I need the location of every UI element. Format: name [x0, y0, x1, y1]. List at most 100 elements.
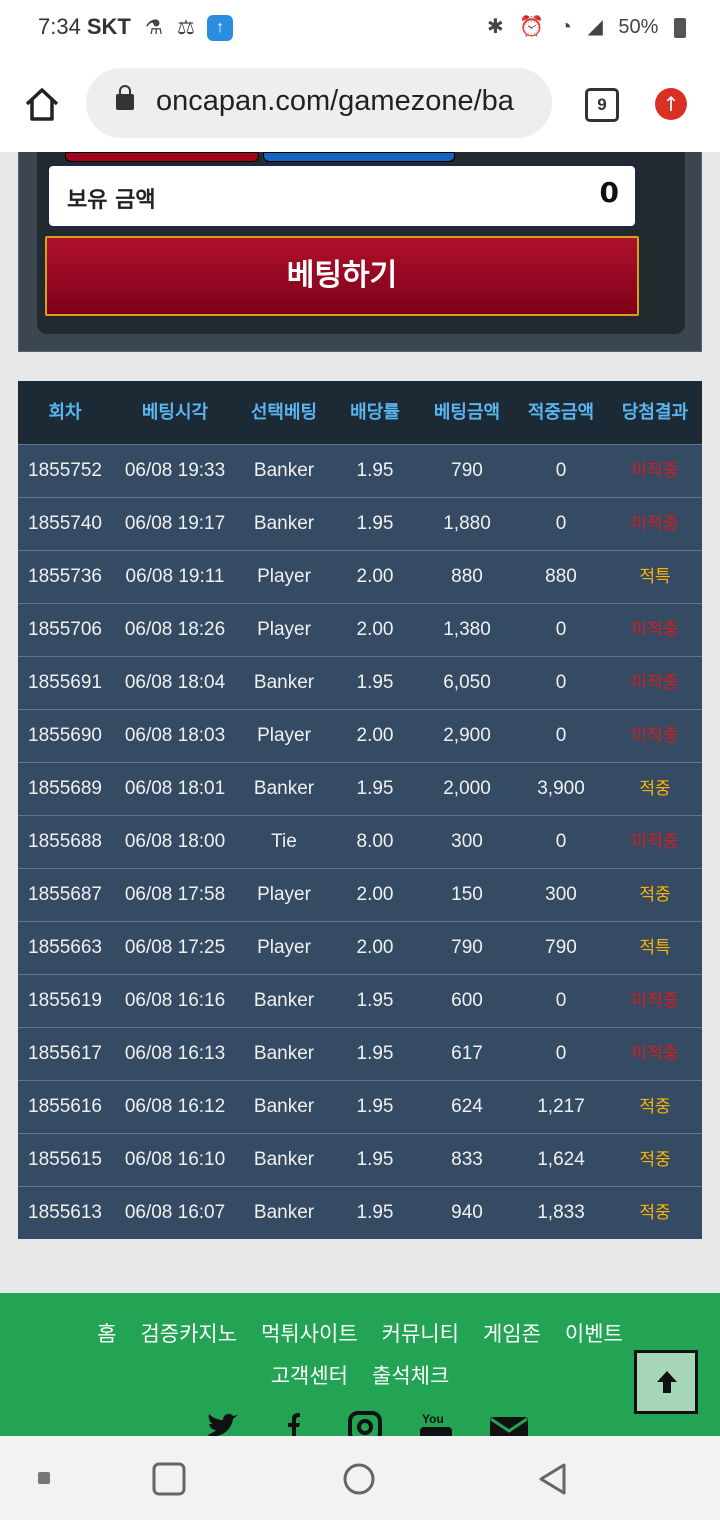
site-footer: 홈 검증카지노 먹튀사이트 커뮤니티 게임존 이벤트 고객센터 출석체크 You	[0, 1293, 720, 1443]
table-row: 1855736 06/08 19:11 Player 2.00 880 880 적특	[18, 550, 702, 603]
back-icon[interactable]	[536, 1462, 570, 1496]
cell-round: 1855619	[28, 990, 102, 1011]
cell-round: 1855688	[28, 831, 102, 852]
cell-result: 미적중	[631, 991, 679, 1011]
alarm-icon: ⏰	[519, 16, 545, 38]
cell-odds: 2.00	[356, 725, 394, 746]
cell-result: 미적중	[631, 461, 679, 481]
cell-time: 06/08 19:17	[124, 513, 226, 534]
banker-select-button[interactable]	[65, 152, 259, 162]
cell-round: 1855740	[28, 513, 102, 534]
header-payout: 적중금액	[527, 402, 595, 423]
table-row: 1855690 06/08 18:03 Player 2.00 2,900 0 미적중	[18, 709, 702, 762]
cell-payout: 3,900	[537, 778, 585, 799]
cell-time: 06/08 18:01	[124, 778, 226, 799]
cell-amount: 600	[451, 990, 483, 1011]
cell-time: 06/08 16:12	[124, 1096, 226, 1117]
cell-pick: Banker	[253, 990, 315, 1011]
cell-pick: Player	[257, 884, 311, 905]
status-bar: 7:34 SKT ⚗ ⚖ ↑ ✱ ⏰ ◔ ◢ 50%	[0, 0, 720, 56]
cell-odds: 1.95	[356, 1202, 394, 1223]
header-result: 당첨결과	[621, 402, 689, 423]
place-bet-button[interactable]: 베팅하기	[45, 236, 639, 316]
cell-time: 06/08 16:16	[124, 990, 226, 1011]
tab-switcher-button[interactable]: 9	[585, 88, 619, 122]
cell-round: 1855663	[28, 937, 102, 958]
footer-nav-link[interactable]: 커뮤니티	[382, 1322, 459, 1346]
cell-pick: Tie	[271, 831, 297, 852]
cell-pick: Banker	[253, 513, 315, 534]
cell-result: 미적중	[631, 726, 679, 746]
cell-pick: Banker	[253, 1043, 315, 1064]
cell-round: 1855617	[28, 1043, 102, 1064]
cell-pick: Banker	[253, 778, 315, 799]
cell-odds: 2.00	[356, 884, 394, 905]
status-left: 7:34 SKT ⚗ ⚖ ↑	[38, 14, 234, 42]
cell-result: 적중	[639, 779, 671, 799]
cell-round: 1855706	[28, 619, 102, 640]
vpn-icon: ⚖	[177, 17, 195, 39]
cell-time: 06/08 16:13	[124, 1043, 226, 1064]
cell-result: 미적중	[631, 620, 679, 640]
footer-nav: 홈 검증카지노 먹튀사이트 커뮤니티 게임존 이벤트고객센터 출석체크	[40, 1313, 680, 1397]
balance-field: 보유 금액 0	[47, 164, 637, 228]
home-button[interactable]	[22, 84, 62, 124]
scroll-to-top-button[interactable]	[634, 1350, 698, 1414]
cell-time: 06/08 18:03	[124, 725, 226, 746]
cell-result: 적중	[639, 1203, 671, 1223]
cell-amount: 150	[451, 884, 483, 905]
cell-amount: 2,900	[443, 725, 491, 746]
footer-nav-link[interactable]: 검증카지노	[140, 1322, 237, 1346]
cell-odds: 1.95	[356, 1096, 394, 1117]
cell-payout: 880	[545, 566, 577, 587]
cell-result: 적중	[639, 885, 671, 905]
cell-time: 06/08 19:11	[125, 566, 225, 587]
cell-pick: Banker	[253, 1202, 315, 1223]
cell-pick: Banker	[253, 1149, 315, 1170]
cell-odds: 2.00	[356, 937, 394, 958]
footer-nav-link[interactable]: 고객센터	[271, 1364, 348, 1388]
cell-amount: 6,050	[443, 672, 491, 693]
table-row: 1855687 06/08 17:58 Player 2.00 150 300 적중	[18, 868, 702, 921]
table-row: 1855619 06/08 16:16 Banker 1.95 600 0 미적중	[18, 974, 702, 1027]
footer-nav-link[interactable]: 이벤트	[565, 1322, 623, 1346]
cell-payout: 790	[545, 937, 577, 958]
player-select-button[interactable]	[263, 152, 455, 162]
cell-round: 1855690	[28, 725, 102, 746]
footer-nav-link[interactable]: 홈	[97, 1322, 116, 1346]
wifi-icon: ◔	[559, 16, 572, 38]
menu-dot-icon[interactable]	[38, 1472, 50, 1484]
signal-icon: ◢	[587, 16, 603, 38]
url-field[interactable]: oncapan.com/gamezone/ba	[86, 68, 552, 138]
home-icon	[25, 88, 59, 121]
table-header: 회차 베팅시각 선택베팅 배당률 베팅금액 적중금액 당첨결과	[18, 381, 702, 444]
cell-amount: 940	[451, 1202, 483, 1223]
footer-nav-link[interactable]: 출석체크	[372, 1364, 449, 1388]
header-pick: 선택베팅	[250, 402, 318, 423]
cell-odds: 1.95	[356, 672, 394, 693]
cell-time: 06/08 18:26	[124, 619, 226, 640]
home-nav-icon[interactable]	[342, 1462, 376, 1496]
cell-time: 06/08 16:10	[124, 1149, 226, 1170]
cell-round: 1855615	[28, 1149, 102, 1170]
header-odds: 배당률	[350, 402, 400, 423]
cell-round: 1855691	[28, 672, 102, 693]
balance-value: 0	[599, 176, 619, 209]
cell-pick: Banker	[253, 1096, 315, 1117]
recents-icon[interactable]	[152, 1462, 186, 1496]
footer-nav-link[interactable]: 먹튀사이트	[261, 1322, 358, 1346]
cell-payout: 0	[555, 460, 567, 481]
table-row: 1855663 06/08 17:25 Player 2.00 790 790 적특	[18, 921, 702, 974]
footer-nav-link[interactable]: 게임존	[483, 1322, 541, 1346]
cell-pick: Player	[257, 566, 311, 587]
cell-amount: 617	[451, 1043, 483, 1064]
update-icon[interactable]: ↑	[655, 88, 687, 120]
cell-result: 미적중	[631, 514, 679, 534]
header-time: 베팅시각	[141, 402, 209, 423]
cell-time: 06/08 17:25	[124, 937, 226, 958]
cell-pick: Player	[257, 937, 311, 958]
cell-payout: 1,833	[537, 1202, 585, 1223]
status-right: ✱ ⏰ ◔ ◢ 50%	[477, 14, 686, 39]
table-row: 1855689 06/08 18:01 Banker 1.95 2,000 3,900 적중	[18, 762, 702, 815]
cell-odds: 1.95	[356, 1149, 394, 1170]
